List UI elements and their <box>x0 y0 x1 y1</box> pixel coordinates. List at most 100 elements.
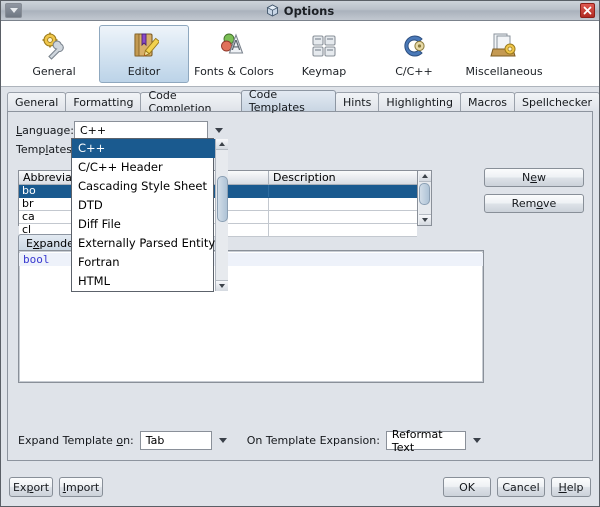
triangle-up-icon <box>422 174 428 178</box>
expand-template-on-value: Tab <box>146 434 165 447</box>
expansion-options-row: Expand Template on: Tab On Template Expa… <box>18 431 582 450</box>
toolbar-item-miscellaneous[interactable]: Miscellaneous <box>459 25 549 83</box>
close-icon <box>583 6 592 15</box>
scroll-down-button[interactable] <box>419 214 431 225</box>
palette-letter-icon: A <box>216 30 252 62</box>
scroll-up-button[interactable] <box>419 171 431 182</box>
title-bar: Options <box>1 1 599 21</box>
dialog-footer: Export Import OK Cancel Help <box>1 468 599 506</box>
toolbar-item-label: Fonts & Colors <box>194 65 274 78</box>
dropdown-scroll-down-button[interactable] <box>216 280 228 291</box>
expand-template-on-combobox[interactable]: Tab <box>140 431 212 450</box>
toolbar-item-editor[interactable]: Editor <box>99 25 189 83</box>
on-template-expansion-label: On Template Expansion: <box>247 434 380 447</box>
ok-button[interactable]: OK <box>443 477 491 497</box>
language-combobox[interactable]: C++ <box>74 121 208 140</box>
tab-label: Hints <box>343 96 371 109</box>
chevron-down-icon[interactable] <box>219 438 227 443</box>
table-vertical-scrollbar[interactable] <box>418 170 432 226</box>
triangle-down-icon <box>219 284 225 288</box>
on-template-expansion-combobox[interactable]: Reformat Text <box>386 431 466 450</box>
dropdown-scrollbar-track[interactable] <box>216 150 228 280</box>
dropdown-item[interactable]: Fortran <box>72 253 215 272</box>
cancel-button-label: Cancel <box>502 481 539 494</box>
options-dialog-window: Options General <box>0 0 600 507</box>
on-template-expansion-value: Reformat Text <box>392 428 465 454</box>
dropdown-item[interactable]: Externally Parsed Entity <box>72 234 215 253</box>
tab-general[interactable]: General <box>7 92 66 111</box>
remove-button[interactable]: Remove <box>484 194 584 213</box>
documents-gear-icon <box>486 30 522 62</box>
tab-highlighting[interactable]: Highlighting <box>378 92 461 111</box>
language-dropdown-popup[interactable]: C++ C/C++ Header Cascading Style Sheet D… <box>71 138 214 292</box>
toolbar-item-label: Keymap <box>302 65 346 78</box>
close-button[interactable] <box>580 3 595 18</box>
tab-label: Highlighting <box>386 96 453 109</box>
cube-icon <box>266 4 279 17</box>
tab-label: Spellchecker <box>522 96 592 109</box>
toolbar-item-general[interactable]: General <box>9 25 99 83</box>
scrollbar-track[interactable] <box>419 182 431 214</box>
toolbar-item-c-cpp[interactable]: C/C++ <box>369 25 459 83</box>
tab-code-templates[interactable]: Code Templates <box>241 90 336 111</box>
tab-code-completion[interactable]: Code Completion <box>140 92 241 111</box>
tab-spellchecker[interactable]: Spellchecker <box>514 92 600 111</box>
dropdown-vertical-scrollbar[interactable] <box>215 139 228 291</box>
settings-tab-bar: General Formatting Code Completion Code … <box>1 87 599 111</box>
scrollbar-thumb[interactable] <box>419 183 430 205</box>
toolbar-item-label: Editor <box>128 65 161 78</box>
window-title: Options <box>284 4 334 18</box>
column-header-description[interactable]: Description <box>269 171 417 185</box>
dropdown-item[interactable]: DTD <box>72 196 215 215</box>
dropdown-item[interactable]: C/C++ Header <box>72 158 215 177</box>
cell-description <box>269 211 417 223</box>
tab-label: General <box>15 96 58 109</box>
c-logo-icon <box>396 30 432 62</box>
toolbar-item-label: C/C++ <box>395 65 433 78</box>
dropdown-scrollbar-thumb[interactable] <box>217 176 228 222</box>
cell-description <box>269 224 417 236</box>
import-button[interactable]: Import <box>59 477 103 497</box>
tab-macros[interactable]: Macros <box>460 92 515 111</box>
footer-right-buttons: OK Cancel Help <box>443 477 591 497</box>
triangle-down-icon <box>422 218 428 222</box>
tab-label: Macros <box>468 96 507 109</box>
toolbar-item-fonts-colors[interactable]: A Fonts & Colors <box>189 25 279 83</box>
toolbar-item-label: General <box>32 65 75 78</box>
cell-description <box>269 198 417 210</box>
tab-label: Code Templates <box>249 88 328 114</box>
language-label: Language: <box>16 124 74 137</box>
expand-template-on-label: Expand Template on: <box>18 434 134 447</box>
dropdown-item[interactable]: Cascading Style Sheet <box>72 177 215 196</box>
chevron-down-icon[interactable] <box>473 438 481 443</box>
keyboard-keys-icon <box>306 30 342 62</box>
dropdown-item[interactable]: HTML <box>72 272 215 291</box>
book-pencil-icon <box>126 30 162 62</box>
chevron-down-icon[interactable] <box>215 128 223 133</box>
caret-down-icon <box>10 8 18 13</box>
category-toolbar: General Editor <box>1 21 599 87</box>
dropdown-item[interactable]: C++ <box>72 139 215 158</box>
language-value: C++ <box>80 124 106 137</box>
footer-left-buttons: Export Import <box>9 477 103 497</box>
toolbar-item-keymap[interactable]: Keymap <box>279 25 369 83</box>
new-button[interactable]: New <box>484 168 584 187</box>
cell-description <box>269 185 417 197</box>
table-actions: New Remove <box>484 168 584 220</box>
window-menu-button[interactable] <box>5 3 22 18</box>
cancel-button[interactable]: Cancel <box>497 477 545 497</box>
templates-label: Templates: <box>16 143 74 156</box>
dropdown-list: C++ C/C++ Header Cascading Style Sheet D… <box>72 139 215 291</box>
help-button[interactable]: Help <box>551 477 591 497</box>
export-button[interactable]: Export <box>9 477 53 497</box>
triangle-up-icon <box>219 142 225 146</box>
toolbar-item-label: Miscellaneous <box>465 65 542 78</box>
gear-wrench-icon <box>36 30 72 62</box>
tab-formatting[interactable]: Formatting <box>65 92 141 111</box>
language-row: Language: C++ <box>16 120 584 140</box>
tab-hints[interactable]: Hints <box>335 92 379 111</box>
svg-text:A: A <box>232 39 241 54</box>
dropdown-item[interactable]: Diff File <box>72 215 215 234</box>
tab-label: Formatting <box>73 96 133 109</box>
dropdown-scroll-up-button[interactable] <box>216 139 228 150</box>
